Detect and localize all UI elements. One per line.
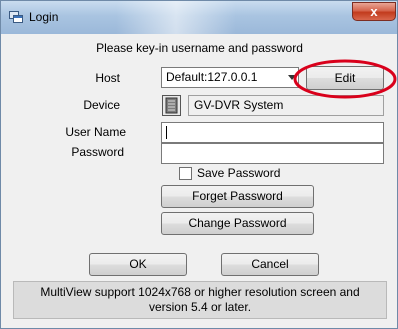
close-button[interactable]: x <box>352 2 396 21</box>
save-password-label[interactable]: Save Password <box>197 166 280 180</box>
host-value: Default:127.0.0.1 <box>166 70 258 84</box>
password-input[interactable] <box>161 143 384 164</box>
device-label: Device <box>83 98 120 112</box>
ok-button[interactable]: OK <box>89 253 187 276</box>
username-input[interactable] <box>161 122 384 143</box>
dvr-device-icon <box>162 95 181 116</box>
close-icon: x <box>370 4 378 19</box>
title-bar-glass <box>116 1 236 34</box>
login-window: Login x Please key-in username and passw… <box>0 0 398 329</box>
window-title: Login <box>29 10 59 24</box>
title-bar[interactable]: Login x <box>1 1 397 34</box>
username-label: User Name <box>65 125 126 139</box>
app-window-icon <box>9 11 23 23</box>
password-label: Password <box>71 145 124 159</box>
host-label: Host <box>95 71 120 85</box>
save-password-checkbox[interactable] <box>179 167 192 180</box>
forget-password-button[interactable]: Forget Password <box>161 185 314 208</box>
prompt-text: Please key-in username and password <box>96 41 303 55</box>
highlight-circle-annotation <box>293 59 397 99</box>
cancel-button[interactable]: Cancel <box>221 253 319 276</box>
change-password-button[interactable]: Change Password <box>161 212 314 235</box>
text-caret <box>166 126 167 139</box>
host-combobox[interactable]: Default:127.0.0.1 <box>161 67 299 88</box>
info-message: MultiView support 1024x768 or higher res… <box>13 281 387 319</box>
info-line-2: version 5.4 or later. <box>148 300 252 314</box>
info-line-1: MultiView support 1024x768 or higher res… <box>40 285 360 299</box>
